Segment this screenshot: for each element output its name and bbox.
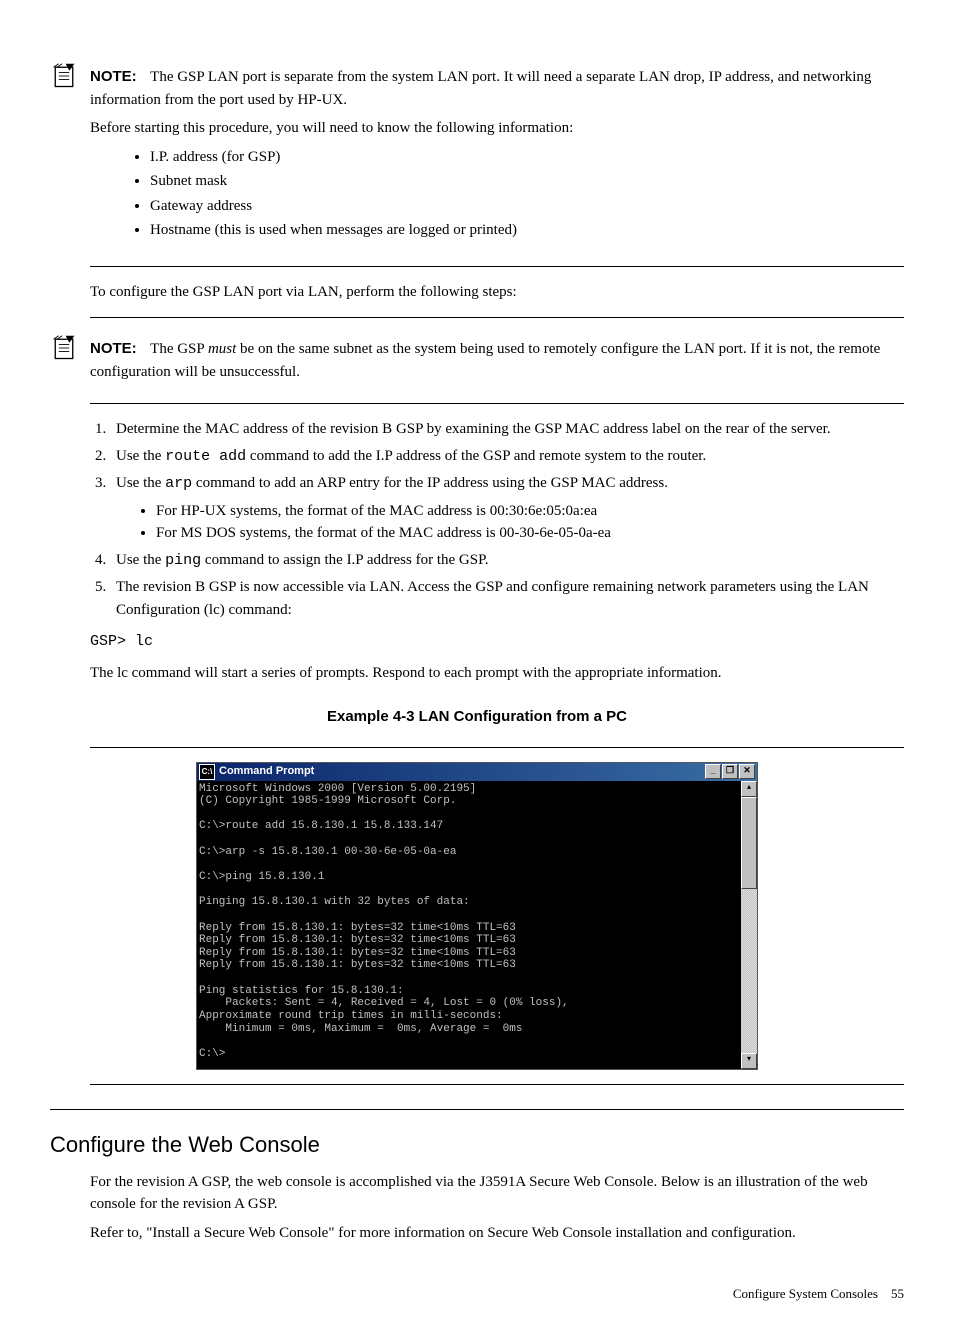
cmd-output: Microsoft Windows 2000 [Version 5.00.219… xyxy=(197,781,741,1069)
note-block-1: NOTE: The GSP LAN port is separate from … xyxy=(50,60,904,252)
step-3: Use the arp command to add an ARP entry … xyxy=(110,472,904,545)
list-item: Gateway address xyxy=(150,195,904,218)
note-icon xyxy=(50,334,78,362)
divider xyxy=(90,266,904,267)
note-1-bullets: I.P. address (for GSP) Subnet mask Gatew… xyxy=(90,146,904,242)
step-2: Use the route add command to add the I.P… xyxy=(110,445,904,469)
step-4: Use the ping command to assign the I.P a… xyxy=(110,549,904,573)
web-para-1: For the revision A GSP, the web console … xyxy=(90,1171,904,1216)
example-caption: Example 4-3 LAN Configuration from a PC xyxy=(50,706,904,729)
note-block-2: NOTE: The GSP must be on the same subnet… xyxy=(50,332,904,389)
scroll-track[interactable] xyxy=(741,797,757,1053)
note-1-text-1: The GSP LAN port is separate from the sy… xyxy=(90,69,871,108)
step-5: The revision B GSP is now accessible via… xyxy=(110,576,904,621)
command-prompt-window: C:\ Command Prompt _ ❐ ✕ Microsoft Windo… xyxy=(196,762,758,1070)
window-title: Command Prompt xyxy=(219,763,704,780)
note-label: NOTE: xyxy=(90,340,137,357)
section-heading: Configure the Web Console xyxy=(50,1128,904,1161)
page-footer: Configure System Consoles 55 xyxy=(50,1284,904,1304)
note-2-text: NOTE: The GSP must be on the same subnet… xyxy=(90,338,904,383)
maximize-button[interactable]: ❐ xyxy=(722,764,738,779)
note-1-text-2: Before starting this procedure, you will… xyxy=(90,117,904,140)
divider xyxy=(90,403,904,404)
list-item: I.P. address (for GSP) xyxy=(150,146,904,169)
list-item: Hostname (this is used when messages are… xyxy=(150,219,904,242)
section-divider xyxy=(50,1109,904,1110)
list-item: For HP-UX systems, the format of the MAC… xyxy=(156,500,904,523)
scroll-thumb[interactable] xyxy=(741,797,757,889)
step-1: Determine the MAC address of the revisio… xyxy=(110,418,904,441)
gsp-prompt: GSP> lc xyxy=(90,631,904,654)
note-label: NOTE: xyxy=(90,68,137,85)
note-icon xyxy=(50,62,78,90)
window-titlebar: C:\ Command Prompt _ ❐ ✕ xyxy=(197,763,757,781)
list-item: For MS DOS systems, the format of the MA… xyxy=(156,522,904,545)
para-configure: To configure the GSP LAN port via LAN, p… xyxy=(90,281,904,304)
scroll-up-button[interactable]: ▴ xyxy=(741,781,757,797)
note-1-line-1: NOTE: The GSP LAN port is separate from … xyxy=(90,66,904,111)
minimize-button[interactable]: _ xyxy=(705,764,721,779)
steps-list: Determine the MAC address of the revisio… xyxy=(50,418,904,621)
scrollbar[interactable]: ▴ ▾ xyxy=(741,781,757,1069)
web-para-2: Refer to, "Install a Secure Web Console"… xyxy=(90,1222,904,1245)
divider xyxy=(90,747,904,748)
divider xyxy=(90,317,904,318)
close-button[interactable]: ✕ xyxy=(739,764,755,779)
footer-text: Configure System Consoles xyxy=(733,1286,878,1301)
lc-para: The lc command will start a series of pr… xyxy=(90,662,904,685)
scroll-down-button[interactable]: ▾ xyxy=(741,1053,757,1069)
list-item: Subnet mask xyxy=(150,170,904,193)
page-number: 55 xyxy=(891,1286,904,1301)
cmd-app-icon: C:\ xyxy=(199,764,215,780)
divider xyxy=(90,1084,904,1085)
